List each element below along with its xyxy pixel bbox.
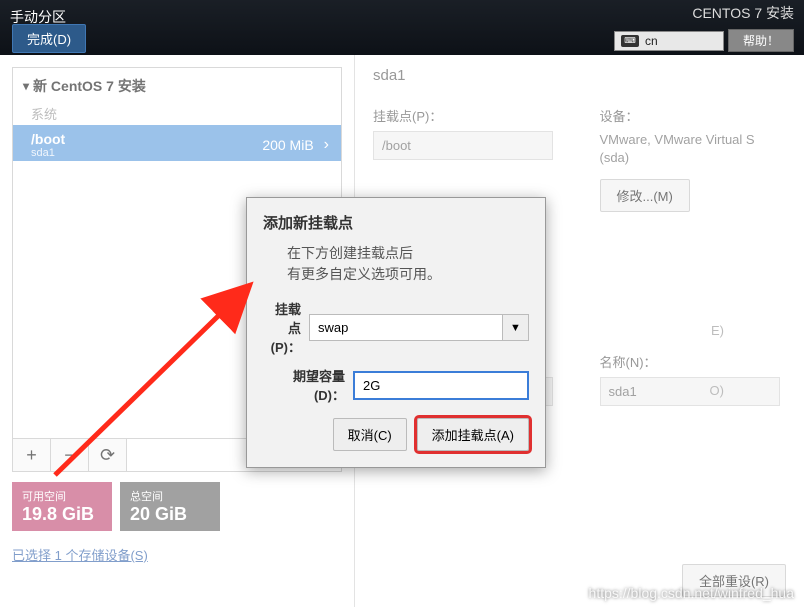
dialog-mount-combo[interactable]: ▼: [309, 314, 529, 341]
top-right: CENTOS 7 安装 ⌨ cn 帮助！: [614, 3, 794, 52]
remove-partition-button[interactable]: −: [51, 439, 89, 471]
available-space-value: 19.8 GiB: [22, 504, 102, 525]
add-partition-button[interactable]: +: [13, 439, 51, 471]
device-value: VMware, VMware Virtual S (sda): [600, 131, 787, 167]
name-input[interactable]: [600, 377, 780, 406]
partition-item-boot[interactable]: /boot sda1 200 MiB ›: [13, 125, 341, 161]
partition-size: 200 MiB: [262, 137, 313, 153]
total-space-label: 总空间: [130, 488, 210, 504]
space-summary: 可用空间 19.8 GiB 总空间 20 GiB: [12, 482, 342, 531]
device-label: 设备：: [600, 106, 787, 125]
total-space-box: 总空间 20 GiB: [120, 482, 220, 531]
available-space-box: 可用空间 19.8 GiB: [12, 482, 112, 531]
keyboard-icon: ⌨: [621, 35, 639, 47]
tree-root-label: 新 CentOS 7 安装: [33, 76, 146, 96]
done-button[interactable]: 完成(D): [12, 24, 86, 53]
dialog-mount-input[interactable]: [309, 314, 503, 341]
top-bar: 手动分区 完成(D) CENTOS 7 安装 ⌨ cn 帮助！: [0, 0, 804, 55]
storage-devices-link[interactable]: 已选择 1 个存储设备(S): [12, 545, 342, 564]
chevron-right-icon: ›: [324, 136, 329, 154]
keyboard-layout-text: cn: [645, 34, 658, 48]
keyboard-layout-selector[interactable]: ⌨ cn: [614, 31, 724, 51]
dialog-description: 在下方创建挂载点后 有更多自定义选项可用。: [287, 243, 529, 285]
mount-point-input[interactable]: [373, 131, 553, 160]
modify-device-button[interactable]: 修改...(M): [600, 179, 690, 212]
total-space-value: 20 GiB: [130, 504, 210, 525]
watermark: https://blog.csdn.net/winfred_hua: [589, 585, 794, 601]
dialog-size-label: 期望容量(D)：: [263, 366, 353, 404]
installer-title: CENTOS 7 安装: [614, 3, 794, 23]
available-space-label: 可用空间: [22, 488, 102, 504]
help-button[interactable]: 帮助！: [728, 29, 794, 52]
dialog-title: 添加新挂载点: [263, 212, 529, 233]
hint-o: O): [710, 383, 724, 398]
expand-arrow-icon: ▾: [23, 79, 29, 93]
dropdown-icon[interactable]: ▼: [503, 314, 529, 341]
tree-root[interactable]: ▾ 新 CentOS 7 安装: [13, 68, 341, 104]
tree-system-label: 系统: [13, 104, 341, 123]
mount-point-label: 挂载点(P)：: [373, 106, 560, 125]
details-title: sda1: [373, 67, 786, 84]
dialog-add-button[interactable]: 添加挂载点(A): [417, 418, 529, 451]
partition-device: sda1: [31, 147, 262, 159]
dialog-size-input[interactable]: [353, 371, 529, 400]
partition-mount: /boot: [31, 131, 262, 147]
reload-button[interactable]: ⟳: [89, 439, 127, 471]
name-label: 名称(N)：: [600, 352, 787, 371]
dialog-mount-label: 挂载点(P)：: [263, 299, 309, 356]
dialog-cancel-button[interactable]: 取消(C): [333, 418, 407, 451]
add-mount-dialog: 添加新挂载点 在下方创建挂载点后 有更多自定义选项可用。 挂载点(P)： ▼ 期…: [246, 197, 546, 468]
hint-e: E): [711, 323, 724, 338]
